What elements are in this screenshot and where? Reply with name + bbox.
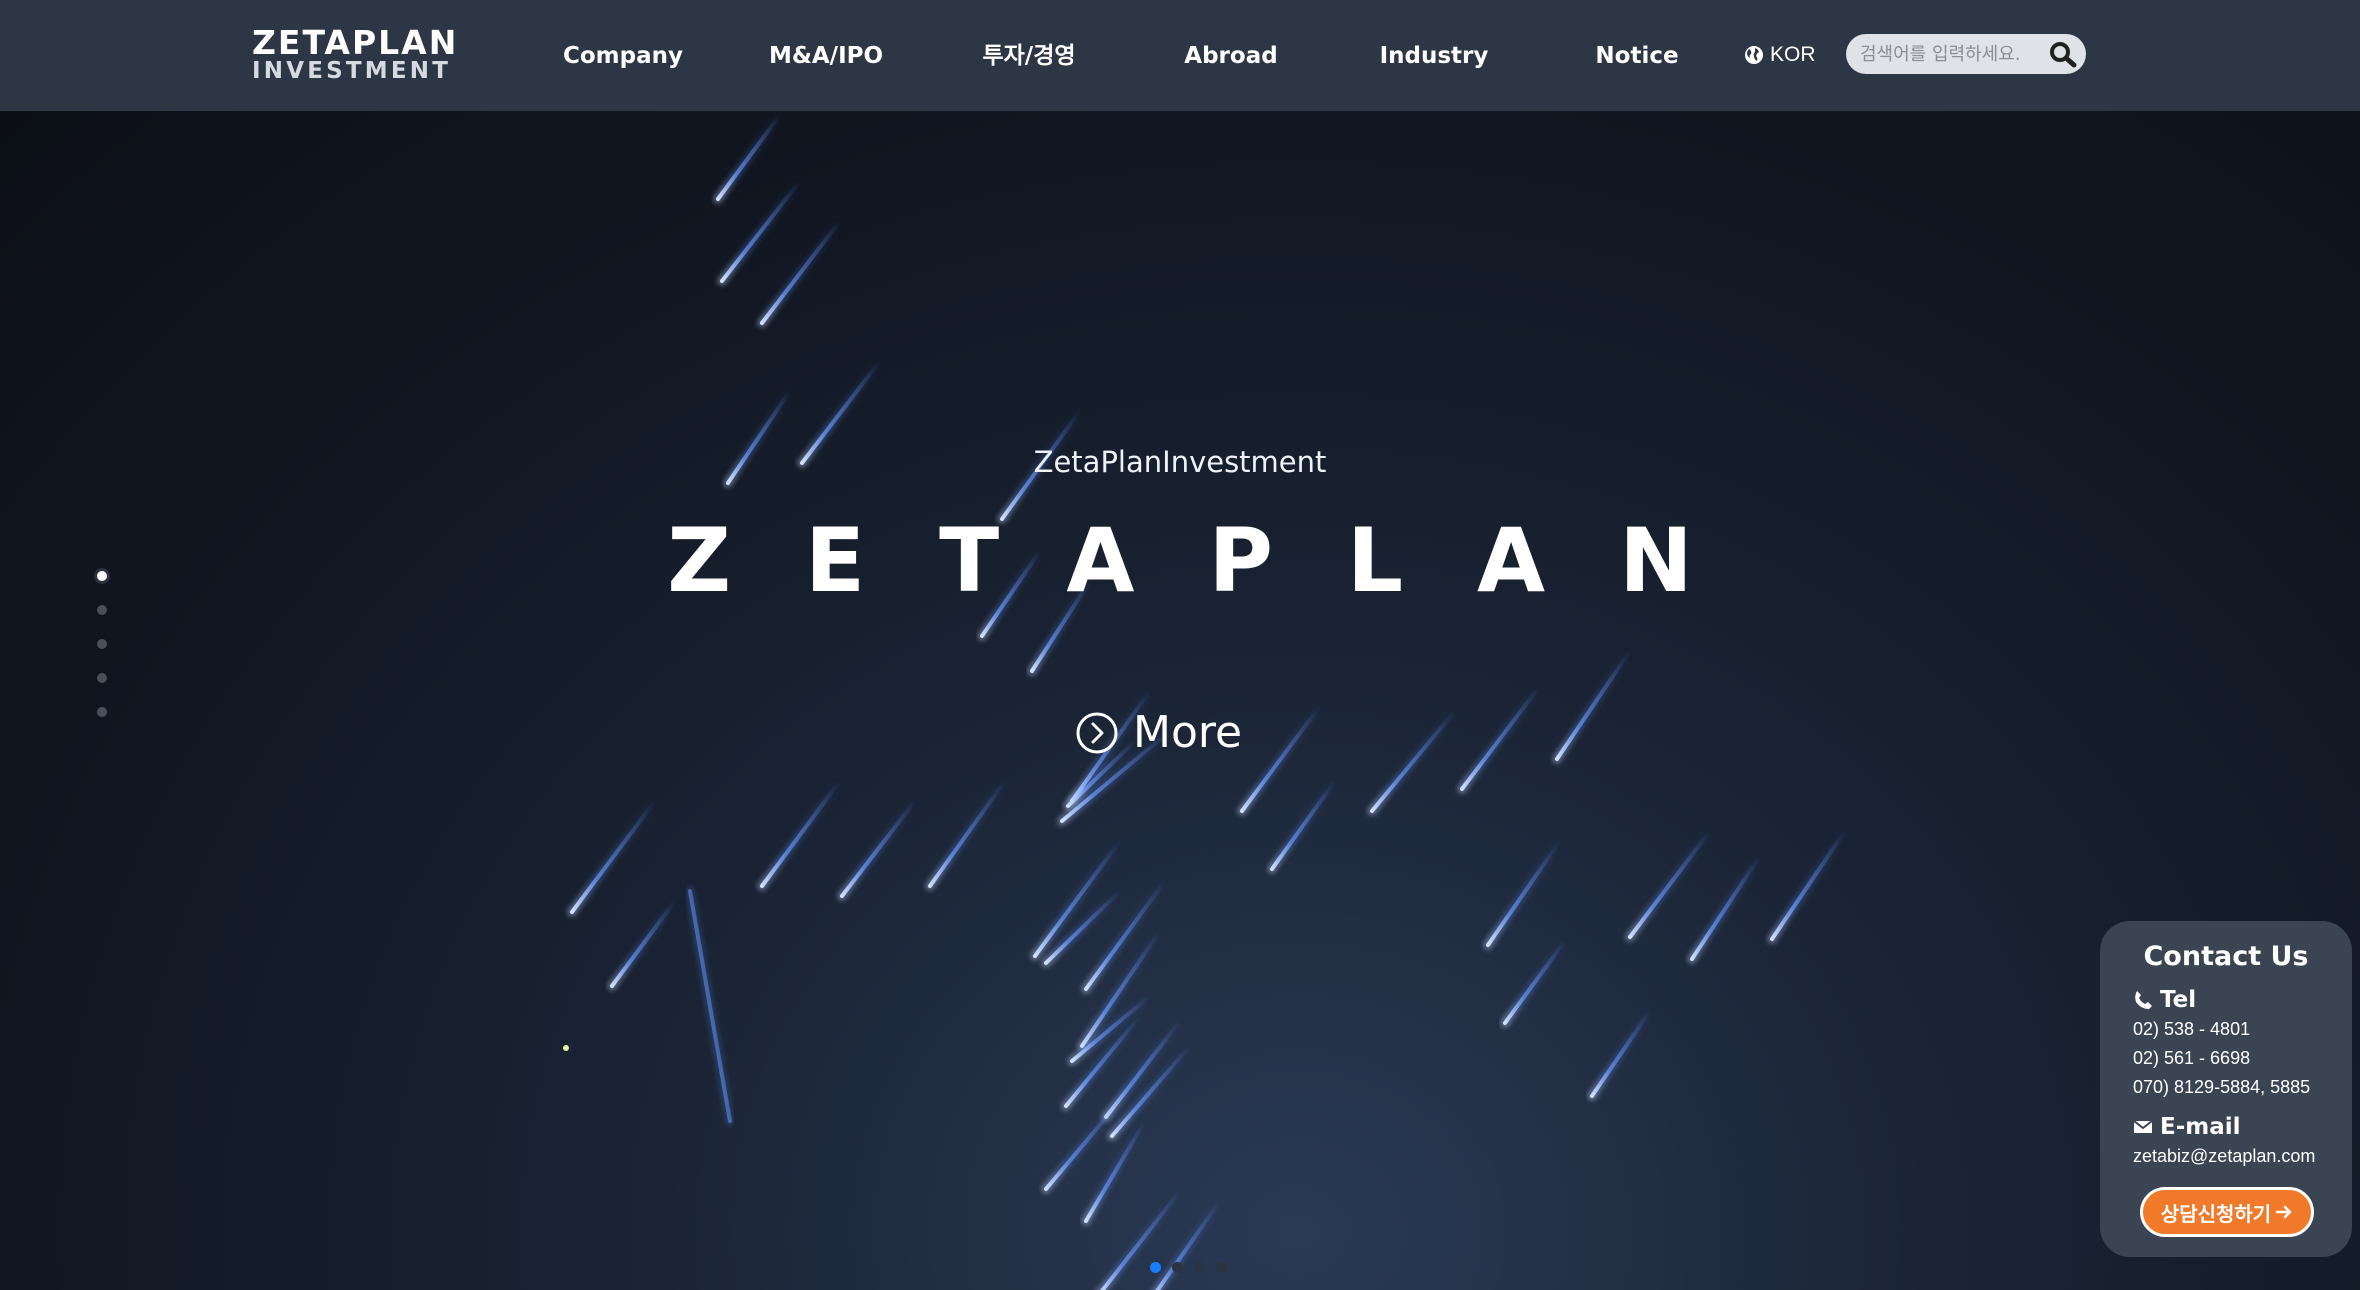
contact-title: Contact Us — [2143, 941, 2309, 972]
hero-subtitle: ZetaPlanInvestment — [1033, 445, 1327, 479]
tel-label: Tel — [2160, 987, 2197, 1013]
section-dot[interactable] — [97, 571, 107, 581]
hero-title: ZETAPLAN — [667, 509, 1767, 612]
envelope-icon — [2133, 1120, 2153, 1133]
hero-slider: ZetaPlanInvestment ZETAPLAN More — [0, 111, 2360, 1290]
meteor-streak — [1770, 829, 1847, 941]
meteor-streak — [928, 779, 1007, 888]
meteor-streak — [720, 179, 802, 283]
meteor-streak — [840, 799, 917, 898]
more-label: More — [1133, 707, 1243, 758]
contact-widget: Contact Us Tel 02) 538 - 4801 02) 561 - … — [2100, 921, 2352, 1257]
meteor-streak — [1503, 939, 1567, 1025]
section-dot[interactable] — [97, 707, 107, 717]
more-button[interactable]: More — [1075, 707, 1242, 758]
email-heading: E-mail — [2133, 1112, 2352, 1142]
arrow-right-icon — [2275, 1205, 2292, 1219]
section-dot[interactable] — [97, 673, 107, 683]
meteor-background — [563, 111, 1850, 1290]
tel-heading: Tel — [2133, 985, 2352, 1015]
meteor-streak — [1690, 854, 1762, 961]
nav-industry[interactable]: Industry — [1380, 38, 1489, 74]
logo-wordmark-bottom: INVESTMENT — [252, 58, 452, 84]
slide-dot[interactable] — [1194, 1262, 1205, 1273]
email-label: E-mail — [2160, 1114, 2241, 1140]
meteor-streak — [1555, 649, 1632, 761]
site-header: ZETAPLAN INVESTMENT Company M&A/IPO 투자/경… — [0, 0, 2360, 111]
nav-notice[interactable]: Notice — [1595, 38, 1678, 74]
tel-number[interactable]: 02) 561 - 6698 — [2133, 1044, 2352, 1073]
consultation-request-button[interactable]: 상담신청하기 — [2140, 1187, 2314, 1237]
globe-icon — [1745, 46, 1763, 64]
tel-number[interactable]: 070) 8129-5884, 5885 — [2133, 1073, 2352, 1102]
language-label: KOR — [1770, 43, 1816, 66]
slide-pagination — [1150, 1262, 1238, 1273]
search-button[interactable] — [2048, 40, 2078, 68]
language-selector[interactable]: KOR — [1744, 40, 1816, 70]
search-box — [1846, 34, 2086, 74]
section-pagination — [97, 571, 107, 741]
meteor-streak — [1486, 839, 1562, 947]
tel-number[interactable]: 02) 538 - 4801 — [2133, 1015, 2352, 1044]
logo-wordmark-top: ZETAPLAN — [252, 23, 459, 62]
logo[interactable]: ZETAPLAN INVESTMENT — [252, 23, 459, 84]
section-dot[interactable] — [97, 639, 107, 649]
nav-company[interactable]: Company — [563, 38, 683, 74]
search-icon — [2050, 42, 2077, 68]
meteor-streak — [1460, 684, 1542, 791]
meteor-streak — [688, 889, 732, 1123]
phone-icon — [2135, 991, 2152, 1009]
search-input[interactable] — [1860, 34, 2040, 74]
meteor-streak — [1628, 829, 1712, 939]
meteor-streak — [1370, 709, 1457, 813]
meteor-streak — [1270, 779, 1337, 871]
meteor-streak — [760, 779, 842, 888]
meteor-streak — [570, 799, 657, 914]
slide-dot[interactable] — [1216, 1262, 1227, 1273]
meteor-streak — [1590, 1009, 1652, 1098]
nav-ma-ipo[interactable]: M&A/IPO — [769, 38, 883, 74]
meteor-streak — [610, 899, 677, 988]
meteor-streak — [1240, 704, 1322, 813]
slide-dot[interactable] — [1150, 1262, 1161, 1273]
section-dot[interactable] — [97, 605, 107, 615]
meteor-streak — [716, 113, 782, 201]
email-address[interactable]: zetabiz@zetaplan.com — [2133, 1142, 2352, 1171]
chevron-circle-right-icon — [1076, 712, 1118, 753]
meteor-streak — [760, 219, 842, 325]
consultation-button-label: 상담신청하기 — [2160, 1201, 2272, 1226]
slide-dot[interactable] — [1172, 1262, 1183, 1273]
nav-abroad[interactable]: Abroad — [1184, 38, 1277, 74]
nav-investment-management[interactable]: 투자/경영 — [982, 38, 1075, 74]
